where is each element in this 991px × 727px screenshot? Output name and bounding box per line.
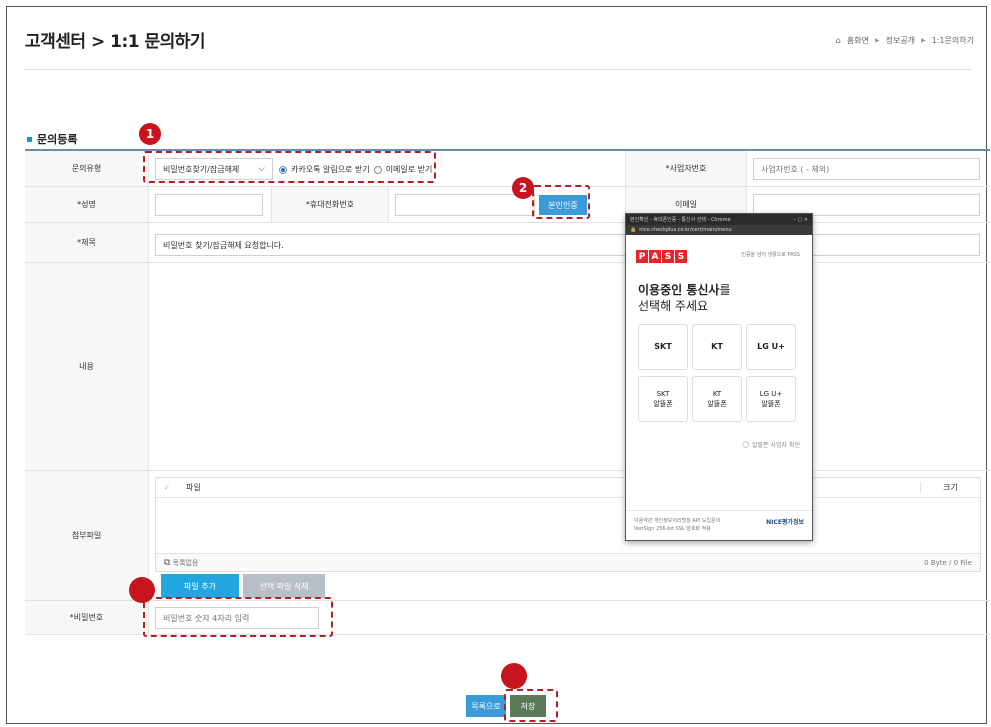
pass-auth-popup: 본인확인 - 휴대폰인증 - 통신사 선택 - Chrome – ▢ ✕ 🔒 n… [625,213,813,541]
pass-logo-letter: P [636,250,648,263]
section-title-text: 문의등록 [37,133,78,146]
carrier-skt-mvno[interactable]: SKT 알뜰폰 [638,376,688,422]
breadcrumb-info[interactable]: 정보공개 [886,35,915,46]
window-controls-icon[interactable]: – ▢ ✕ [793,217,808,223]
nice-logo: NICE평가정보 [766,519,804,526]
label-password: *비밀번호 [25,601,149,634]
annotation-badge-4 [501,663,527,689]
pass-logo-letter: A [649,250,661,263]
mvno-check-text: 알뜰폰 사업자 확인 [752,442,800,449]
annotation-box-3 [143,597,333,637]
lock-icon: 🔒 [630,227,637,233]
row-content: 내용 [25,263,990,471]
label-inquiry-type: 문의유형 [25,151,149,186]
mvno-sub: 알뜰폰 [653,400,673,408]
carrier-skt[interactable]: SKT [638,324,688,370]
label-business-no: *사업자번호 [625,151,747,186]
home-icon: ⌂ [835,36,841,45]
file-list-box: ✓ 파일 크기 ⧉ 목록없음 0 Byte / 0 File [155,477,981,572]
popup-titlebar: 본인확인 - 휴대폰인증 - 통신사 선택 - Chrome – ▢ ✕ [626,214,812,225]
popup-footer: 이용약관 개인정보처리방침 API 도입문의 VeriSign 256-bit … [626,510,812,542]
carrier-lgu-mvno[interactable]: LG U+ 알뜰폰 [746,376,796,422]
annotation-badge-2: 2 [512,177,534,199]
row-contact: *성명 *휴대전화번호 본인인증 이메일 [25,187,990,223]
breadcrumb-separator-icon: ▶ [874,37,880,44]
pass-tagline: 인증을 넘어 생활으로 PASS [741,252,800,258]
bullet-square-icon [27,136,32,142]
pass-logo: P A S S [636,250,687,263]
subject-input[interactable]: 비밀번호 찾기/잠금해제 요청합니다. [155,234,980,256]
pass-logo-letter: S [662,250,674,263]
page-title: 고객센터 > 1:1 문의하기 [25,32,206,52]
name-input[interactable] [155,194,263,216]
info-circle-icon: ◯ [742,441,750,448]
mvno-name: SKT [656,390,670,398]
file-size-summary: 0 Byte / 0 File [924,558,972,567]
annotation-badge-1: 1 [139,123,161,145]
annotation-box-4 [504,689,558,722]
browser-frame: 고객센터 > 1:1 문의하기 ⌂ 홈화면 ▶ 정보공개 ▶ 1:1문의하기 문… [6,6,990,724]
popup-title: 본인확인 - 휴대폰인증 - 통신사 선택 - Chrome [630,217,731,223]
col-size: 크기 [920,482,980,493]
carrier-lgu[interactable]: LG U+ [746,324,796,370]
popup-url: nice.checkplus.co.kr/cert/main/menu [639,227,732,233]
mvno-sub: 알뜰폰 [761,400,781,408]
pass-logo-letter: S [675,250,687,263]
popup-urlbar: 🔒 nice.checkplus.co.kr/cert/main/menu [626,225,812,235]
file-empty-text: 목록없음 [172,558,199,567]
breadcrumb: ⌂ 홈화면 ▶ 정보공개 ▶ 1:1문의하기 [836,35,974,46]
file-list-header: ✓ 파일 크기 [156,478,980,498]
heading-line2: 선택해 주세요 [638,299,709,313]
label-name: *성명 [25,187,149,222]
add-file-button[interactable]: 파일 추가 [161,574,239,598]
section-title: 문의등록 [27,131,77,147]
label-subject: *제목 [25,223,149,262]
carrier-kt[interactable]: KT [692,324,742,370]
annotation-badge-3 [129,577,155,603]
carrier-kt-mvno[interactable]: KT 알뜰폰 [692,376,742,422]
mvno-check-link[interactable]: ◯ 알뜰폰 사업자 확인 [742,440,800,449]
file-list-footer: ⧉ 목록없음 0 Byte / 0 File [156,553,980,571]
mobile-input[interactable] [395,194,535,216]
heading-bold: 이용중인 통신사 [638,283,720,297]
mvno-sub: 알뜰폰 [707,400,727,408]
copy-icon: ⧉ [164,557,171,568]
label-content: 내용 [25,263,149,470]
popup-heading: 이용중인 통신사를 선택해 주세요 [638,282,731,314]
file-empty-status: ⧉ 목록없음 [164,558,198,568]
annotation-box-2 [532,185,590,219]
breadcrumb-current: 1:1문의하기 [931,36,974,45]
heading-rest: 를 [719,283,731,297]
content-textarea[interactable] [155,265,980,467]
mvno-name: LG U+ [759,390,783,398]
annotation-box-1 [143,151,436,183]
checkbox-icon[interactable]: ✓ [156,483,178,492]
list-button[interactable]: 목록으로 [466,695,506,717]
row-attachment: 첨부파일 ✓ 파일 크기 ⧉ 목록없음 0 Byte / 0 File 파일 추… [25,471,990,601]
mvno-name: KT [712,390,722,398]
title-divider [25,69,972,70]
business-no-input[interactable] [753,158,980,180]
label-attachment: 첨부파일 [25,471,149,600]
label-mobile: *휴대전화번호 [271,187,389,222]
breadcrumb-separator-icon: ▶ [921,37,926,44]
row-subject: *제목 비밀번호 찾기/잠금해제 요청합니다. [25,223,990,263]
delete-file-button[interactable]: 선택 파일 삭제 [243,574,325,598]
breadcrumb-home[interactable]: 홈화면 [847,35,869,46]
